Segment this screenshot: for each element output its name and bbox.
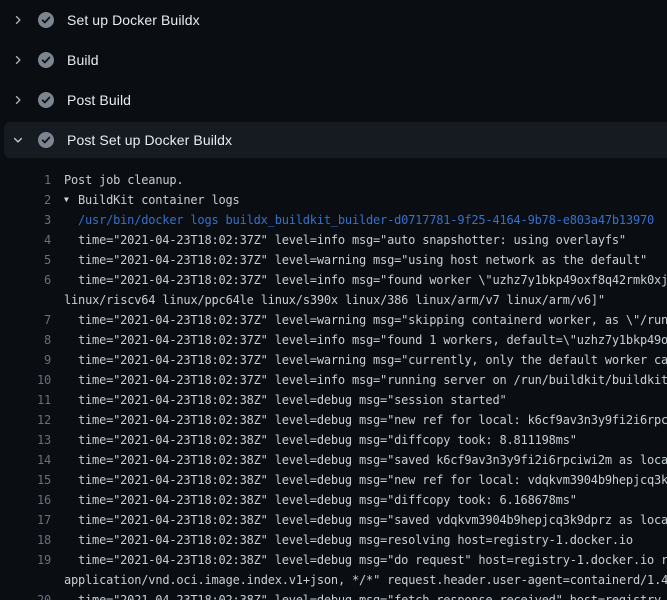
line-number[interactable]: 8 (0, 330, 51, 350)
line-number[interactable]: 15 (0, 470, 51, 490)
step-row-set-up-docker-buildx[interactable]: Set up Docker Buildx (0, 0, 667, 40)
log-text: time="2021-04-23T18:02:37Z" level=warnin… (64, 250, 647, 270)
line-number[interactable]: 14 (0, 450, 51, 470)
log-line: 5 time="2021-04-23T18:02:37Z" level=warn… (0, 250, 667, 270)
step-row-build[interactable]: Build (0, 40, 667, 80)
line-number (0, 570, 51, 590)
log-text: time="2021-04-23T18:02:38Z" level=debug … (64, 530, 633, 550)
line-number[interactable]: 1 (0, 170, 51, 190)
line-number[interactable]: 19 (0, 550, 51, 570)
line-number (0, 290, 51, 310)
check-circle-icon (38, 12, 54, 28)
line-number[interactable]: 6 (0, 270, 51, 290)
chevron-right-icon (12, 14, 24, 26)
step-label: Post Build (67, 92, 131, 108)
log-text: application/vnd.oci.image.index.v1+json,… (64, 570, 667, 590)
steps-list: Set up Docker Buildx Build Post Build (0, 0, 667, 158)
log-line: 12 time="2021-04-23T18:02:38Z" level=deb… (0, 410, 667, 430)
line-number[interactable]: 20 (0, 590, 51, 600)
line-number[interactable]: 17 (0, 510, 51, 530)
line-number[interactable]: 16 (0, 490, 51, 510)
line-number[interactable]: 13 (0, 430, 51, 450)
log-line-command: 3 /usr/bin/docker logs buildx_buildkit_b… (0, 210, 667, 230)
log-line: 15 time="2021-04-23T18:02:38Z" level=deb… (0, 470, 667, 490)
log-panel: 1 Post job cleanup. 2 ▼BuildKit containe… (0, 160, 667, 600)
log-text: time="2021-04-23T18:02:37Z" level=info m… (64, 270, 667, 290)
log-text: time="2021-04-23T18:02:38Z" level=debug … (64, 490, 577, 510)
line-number[interactable]: 10 (0, 370, 51, 390)
log-line: 9 time="2021-04-23T18:02:37Z" level=warn… (0, 350, 667, 370)
log-line: 7 time="2021-04-23T18:02:37Z" level=warn… (0, 310, 667, 330)
line-number[interactable]: 7 (0, 310, 51, 330)
line-number[interactable]: 9 (0, 350, 51, 370)
log-text: time="2021-04-23T18:02:38Z" level=debug … (64, 390, 507, 410)
log-text: Post job cleanup. (64, 170, 183, 190)
log-line: 17 time="2021-04-23T18:02:38Z" level=deb… (0, 510, 667, 530)
log-line: 19 time="2021-04-23T18:02:38Z" level=deb… (0, 550, 667, 570)
chevron-right-icon (12, 94, 24, 106)
line-number[interactable]: 18 (0, 530, 51, 550)
log-text: time="2021-04-23T18:02:37Z" level=warnin… (64, 350, 667, 370)
log-line: linux/riscv64 linux/ppc64le linux/s390x … (0, 290, 667, 310)
actions-log-viewer: { "colors": { "background": "#0a0d12", "… (0, 0, 667, 600)
log-text: time="2021-04-23T18:02:38Z" level=debug … (64, 410, 667, 430)
step-label: Set up Docker Buildx (67, 12, 200, 28)
log-text: /usr/bin/docker logs buildx_buildkit_bui… (64, 210, 654, 230)
log-line: 13 time="2021-04-23T18:02:38Z" level=deb… (0, 430, 667, 450)
step-label: Post Set up Docker Buildx (67, 132, 232, 148)
line-number[interactable]: 12 (0, 410, 51, 430)
log-line: 8 time="2021-04-23T18:02:37Z" level=info… (0, 330, 667, 350)
log-text: time="2021-04-23T18:02:37Z" level=warnin… (64, 310, 667, 330)
line-number[interactable]: 3 (0, 210, 51, 230)
check-circle-icon (38, 52, 54, 68)
step-label: Build (67, 52, 99, 68)
log-text: linux/riscv64 linux/ppc64le linux/s390x … (64, 290, 605, 310)
log-text: time="2021-04-23T18:02:38Z" level=debug … (64, 470, 667, 490)
log-line: 4 time="2021-04-23T18:02:37Z" level=info… (0, 230, 667, 250)
log-line: 20 time="2021-04-23T18:02:38Z" level=deb… (0, 590, 667, 600)
log-text: time="2021-04-23T18:02:37Z" level=info m… (64, 370, 667, 390)
log-line: 10 time="2021-04-23T18:02:37Z" level=inf… (0, 370, 667, 390)
log-text: time="2021-04-23T18:02:38Z" level=debug … (64, 510, 667, 530)
log-text: time="2021-04-23T18:02:38Z" level=debug … (64, 590, 667, 600)
log-text: time="2021-04-23T18:02:38Z" level=debug … (64, 450, 667, 470)
log-line: 6 time="2021-04-23T18:02:37Z" level=info… (0, 270, 667, 290)
line-number[interactable]: 2 (0, 190, 51, 210)
line-number[interactable]: 11 (0, 390, 51, 410)
log-text: time="2021-04-23T18:02:38Z" level=debug … (64, 550, 667, 570)
log-text: time="2021-04-23T18:02:37Z" level=info m… (64, 230, 626, 250)
log-line: 18 time="2021-04-23T18:02:38Z" level=deb… (0, 530, 667, 550)
log-line: 1 Post job cleanup. (0, 170, 667, 190)
check-circle-icon (38, 132, 54, 148)
line-number[interactable]: 5 (0, 250, 51, 270)
line-number[interactable]: 4 (0, 230, 51, 250)
log-text: time="2021-04-23T18:02:37Z" level=info m… (64, 330, 667, 350)
chevron-right-icon (12, 54, 24, 66)
log-line: 11 time="2021-04-23T18:02:38Z" level=deb… (0, 390, 667, 410)
triangle-down-icon: ▼ (64, 190, 78, 210)
chevron-down-icon (12, 134, 24, 146)
step-row-post-build[interactable]: Post Build (0, 80, 667, 120)
log-line: 2 ▼BuildKit container logs (0, 190, 667, 210)
log-line: 16 time="2021-04-23T18:02:38Z" level=deb… (0, 490, 667, 510)
step-row-post-set-up-docker-buildx[interactable]: Post Set up Docker Buildx (4, 122, 667, 158)
log-group-toggle[interactable]: ▼BuildKit container logs (64, 190, 240, 210)
check-circle-icon (38, 92, 54, 108)
log-line: application/vnd.oci.image.index.v1+json,… (0, 570, 667, 590)
log-line: 14 time="2021-04-23T18:02:38Z" level=deb… (0, 450, 667, 470)
log-text: time="2021-04-23T18:02:38Z" level=debug … (64, 430, 577, 450)
